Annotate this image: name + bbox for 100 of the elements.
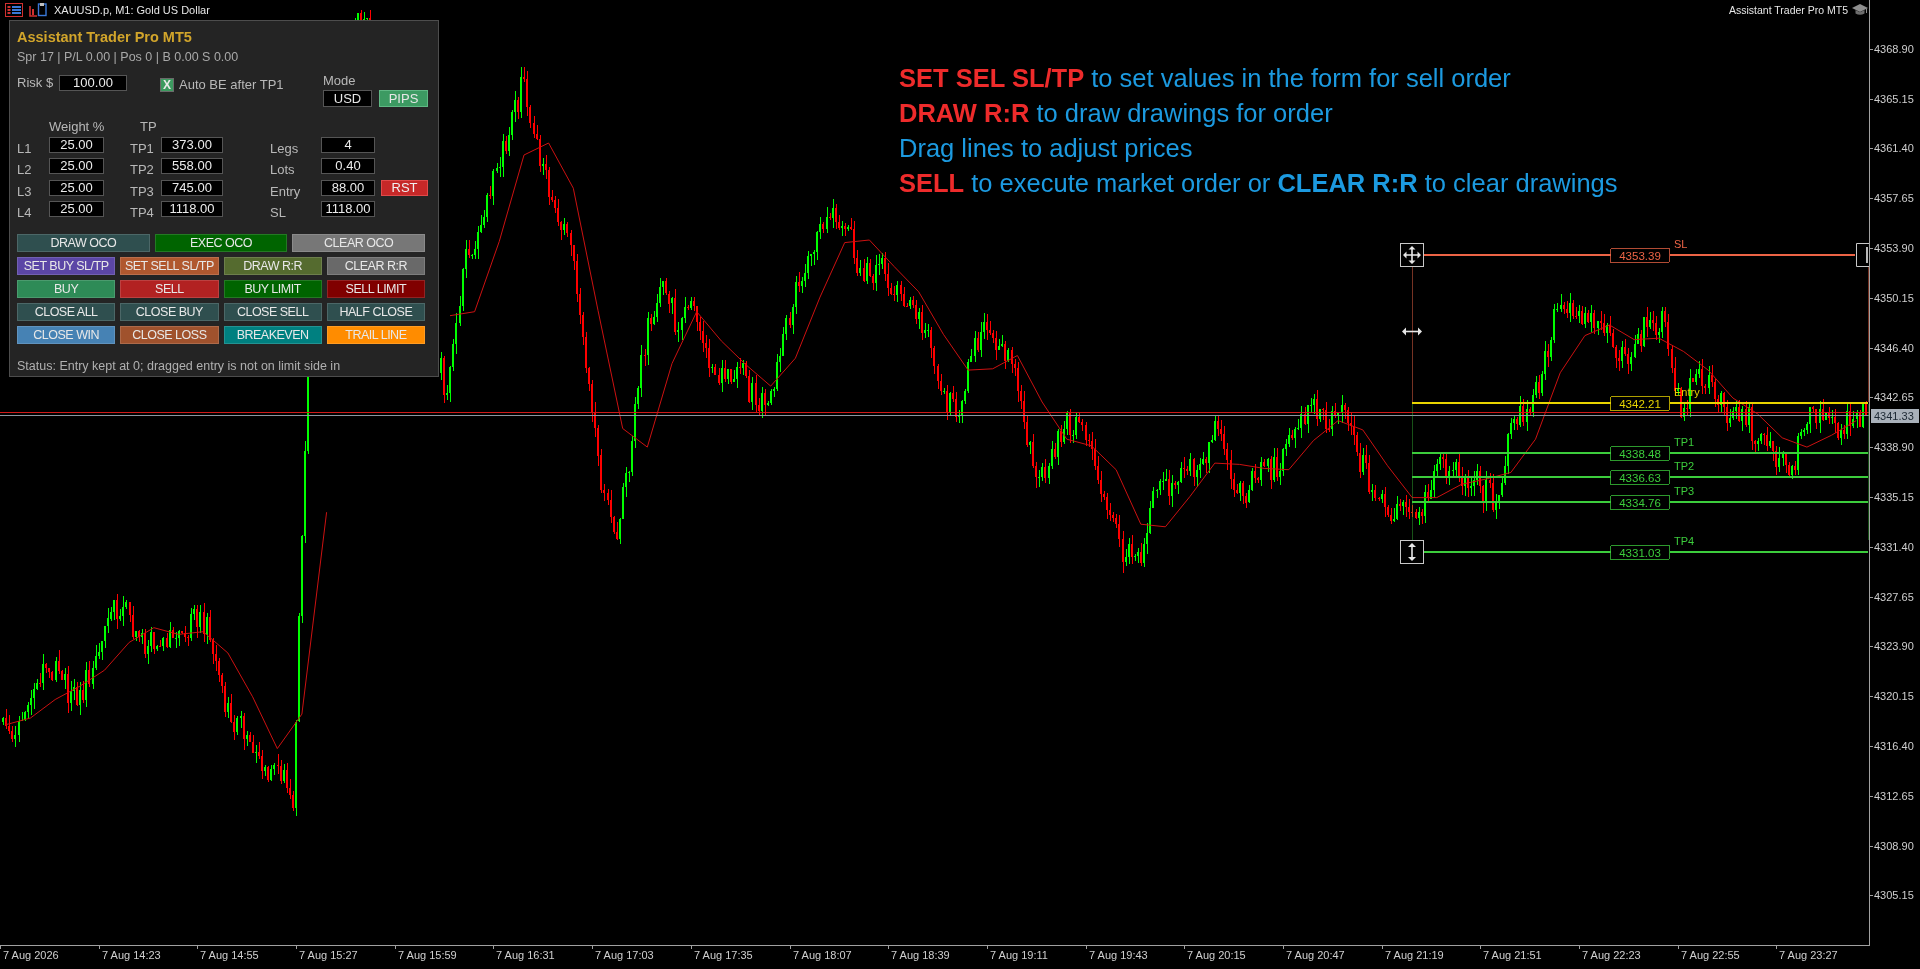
action-button[interactable]: BUY bbox=[17, 279, 116, 298]
take-profit-line[interactable]: 4331.03 bbox=[1423, 545, 1869, 560]
setting-input[interactable]: 88.00 bbox=[321, 179, 375, 196]
take-profit-input[interactable]: 1118.00 bbox=[161, 200, 223, 217]
action-button[interactable]: CLOSE ALL bbox=[17, 302, 116, 321]
time-axis-label: 7 Aug 21:19 bbox=[1385, 949, 1444, 961]
field-label: TP2 bbox=[130, 162, 154, 179]
price-axis-label: 4320.15 bbox=[1874, 690, 1914, 703]
price-label: 4342.21 bbox=[1619, 397, 1661, 410]
price-axis-label: 4350.15 bbox=[1874, 291, 1914, 304]
price-axis-label: 4353.90 bbox=[1874, 241, 1914, 254]
instruction-text: SET SEL SL/TP to set values in the form for sell order bbox=[899, 63, 1512, 94]
setting-input[interactable]: 0.40 bbox=[321, 158, 375, 175]
field-label: SL bbox=[270, 204, 286, 221]
field-label: L4 bbox=[17, 204, 32, 221]
take-profit-line[interactable]: 4338.48 bbox=[1411, 446, 1869, 461]
level-label: TP2 bbox=[1674, 460, 1695, 472]
expert-name: Assistant Trader Pro MT5 bbox=[1728, 3, 1848, 17]
time-axis-label: 7 Aug 23:27 bbox=[1779, 949, 1838, 961]
move-handle-icon[interactable] bbox=[1400, 243, 1424, 267]
time-axis-label: 7 Aug 16:31 bbox=[496, 949, 555, 961]
weight-input[interactable]: 25.00 bbox=[49, 137, 104, 153]
price-axis-label: 4338.90 bbox=[1874, 441, 1914, 454]
action-button[interactable]: SET BUY SL/TP bbox=[17, 256, 116, 275]
reset-button[interactable]: RST bbox=[381, 179, 428, 196]
price-label: 4338.48 bbox=[1619, 447, 1661, 460]
instruction-text: SELL to execute market order or CLEAR R:R to clear drawings bbox=[899, 168, 1618, 199]
vertical-handle-icon[interactable] bbox=[1400, 540, 1424, 564]
time-axis-label: 7 Aug 22:55 bbox=[1681, 949, 1740, 961]
stop-loss-line[interactable]: 4353.39 bbox=[1423, 248, 1856, 263]
price-axis-label: 4323.90 bbox=[1874, 640, 1914, 653]
time-axis-label: 7 Aug 2026 bbox=[3, 949, 59, 961]
action-button[interactable]: DRAW OCO bbox=[17, 233, 150, 252]
panel-title: Assistant Trader Pro MT5 bbox=[17, 28, 192, 47]
instruction-text: DRAW R:R to draw drawings for order bbox=[899, 98, 1334, 129]
price-axis-label: 4312.65 bbox=[1874, 789, 1914, 802]
risk-input[interactable]: 100.00 bbox=[59, 75, 127, 91]
field-label: TP3 bbox=[130, 183, 154, 200]
weight-input[interactable]: 25.00 bbox=[49, 158, 104, 175]
time-axis-label: 7 Aug 22:23 bbox=[1582, 949, 1641, 961]
price-axis-label: 4368.90 bbox=[1874, 42, 1914, 55]
action-button[interactable]: CLOSE BUY bbox=[120, 302, 219, 321]
account-stats: Spr 17 | P/L 0.00 | Pos 0 | B 0.00 S 0.00 bbox=[17, 49, 239, 66]
action-button[interactable]: CLEAR R:R bbox=[326, 256, 425, 275]
price-label: 4353.39 bbox=[1619, 249, 1661, 262]
weight-input[interactable]: 25.00 bbox=[49, 200, 104, 217]
price-axis-label: 4331.40 bbox=[1874, 540, 1914, 553]
action-button[interactable]: EXEC OCO bbox=[154, 233, 288, 252]
time-axis-label: 7 Aug 21:51 bbox=[1483, 949, 1542, 961]
take-profit-line[interactable]: 4336.63 bbox=[1411, 470, 1869, 485]
mode-toggle[interactable]: USD bbox=[323, 90, 372, 107]
action-button[interactable]: CLEAR OCO bbox=[292, 233, 425, 252]
price-axis-label: 4357.65 bbox=[1874, 192, 1914, 205]
current-price-tag: 4341.33 bbox=[1871, 408, 1919, 423]
field-label: TP4 bbox=[130, 204, 154, 221]
chart-icon[interactable] bbox=[29, 3, 47, 17]
action-button[interactable]: CLOSE SELL bbox=[223, 302, 322, 321]
field-label: Entry bbox=[270, 183, 301, 200]
action-button[interactable]: DRAW R:R bbox=[223, 256, 322, 275]
action-button[interactable]: SELL LIMIT bbox=[326, 279, 425, 298]
time-axis-label: 7 Aug 15:27 bbox=[299, 949, 358, 961]
handle-icon[interactable] bbox=[1856, 243, 1870, 267]
field-label: Legs bbox=[270, 141, 299, 157]
time-axis-label: 7 Aug 18:39 bbox=[891, 949, 950, 961]
price-axis-label: 4346.40 bbox=[1874, 341, 1914, 354]
action-button[interactable]: CLOSE LOSS bbox=[120, 325, 219, 344]
time-axis-label: 7 Aug 18:07 bbox=[793, 949, 852, 961]
setting-input[interactable]: 4 bbox=[321, 137, 375, 153]
checkbox-label: Auto BE after TP1 bbox=[179, 77, 284, 93]
setting-input[interactable]: 1118.00 bbox=[321, 200, 375, 217]
field-label: Lots bbox=[270, 162, 295, 179]
field-label: Risk $ bbox=[17, 75, 55, 91]
level-label: TP1 bbox=[1674, 436, 1695, 448]
take-profit-input[interactable]: 745.00 bbox=[161, 179, 223, 196]
action-button[interactable]: HALF CLOSE bbox=[326, 302, 425, 321]
action-button[interactable]: SELL bbox=[120, 279, 219, 298]
take-profit-input[interactable]: 373.00 bbox=[161, 137, 223, 153]
price-axis-label: 4365.15 bbox=[1874, 92, 1914, 105]
take-profit-line[interactable]: 4334.76 bbox=[1411, 495, 1869, 510]
action-button[interactable]: BREAKEVEN bbox=[223, 325, 322, 344]
field-label: L2 bbox=[17, 162, 32, 179]
price-axis-label: 4305.15 bbox=[1874, 889, 1914, 902]
take-profit-input[interactable]: 558.00 bbox=[161, 158, 223, 175]
price-label: 4334.76 bbox=[1619, 496, 1661, 509]
instruction-text: Drag lines to adjust prices bbox=[899, 133, 1194, 164]
symbol-title: XAUUSD.p, M1: Gold US Dollar bbox=[54, 3, 210, 17]
price-axis-label: 4308.90 bbox=[1874, 839, 1914, 852]
action-button[interactable]: SET SELL SL/TP bbox=[120, 256, 219, 275]
action-button[interactable]: BUY LIMIT bbox=[223, 279, 322, 298]
horizontal-arrow-icon[interactable] bbox=[1402, 327, 1422, 336]
time-axis-label: 7 Aug 20:47 bbox=[1286, 949, 1345, 961]
field-label: TP1 bbox=[130, 141, 154, 157]
column-header: TP bbox=[139, 120, 157, 134]
time-axis-label: 7 Aug 17:03 bbox=[595, 949, 654, 961]
list-icon[interactable] bbox=[5, 3, 23, 17]
column-header: Weight % bbox=[49, 120, 105, 134]
time-axis-label: 7 Aug 14:55 bbox=[200, 949, 259, 961]
price-axis-label: 4327.65 bbox=[1874, 590, 1914, 603]
weight-input[interactable]: 25.00 bbox=[49, 179, 104, 196]
field-label: Mode bbox=[323, 73, 356, 89]
